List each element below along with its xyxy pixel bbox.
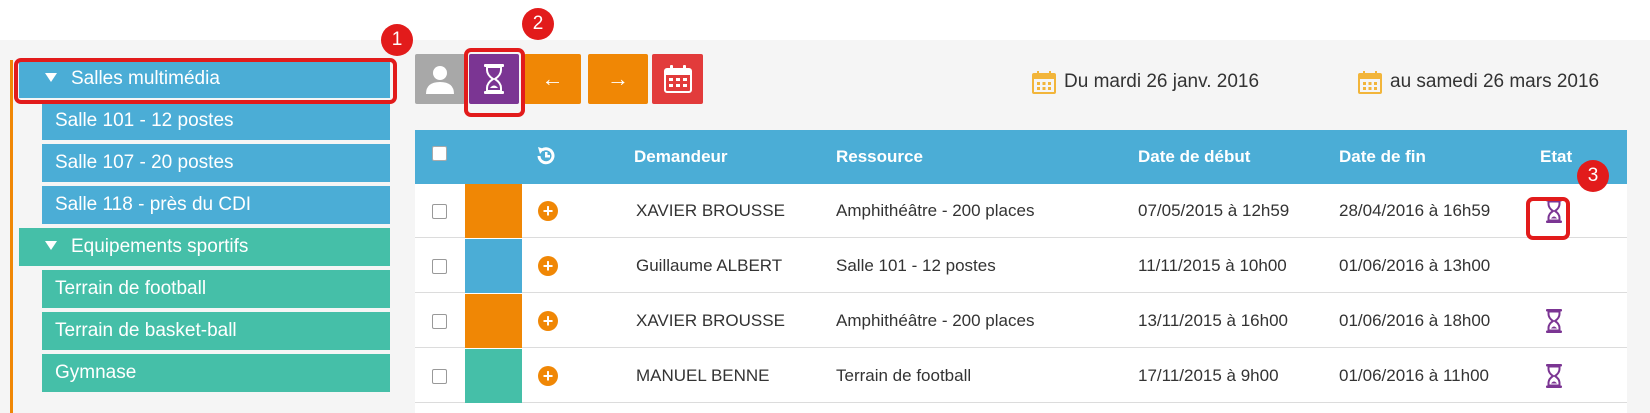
arrow-left-icon: ←: [541, 66, 564, 91]
plus-circle-icon[interactable]: +: [538, 311, 558, 331]
table-header: Demandeur Ressource Date de début Date d…: [415, 130, 1627, 184]
cell-resource: Terrain de football: [836, 366, 972, 385]
cell-start-date: 13/11/2015 à 16h00: [1138, 311, 1288, 330]
select-all-checkbox[interactable]: [432, 146, 447, 161]
sidebar-item-label: Terrain de football: [55, 278, 207, 299]
column-header-start[interactable]: Date de début: [1138, 130, 1250, 184]
cell-start-date: 11/11/2015 à 10h00: [1138, 256, 1287, 275]
sidebar-item-salle-101[interactable]: Salle 101 - 12 postes: [42, 102, 390, 140]
resource-color-swatch: [465, 184, 522, 238]
calendar-button[interactable]: [652, 54, 703, 104]
cell-end-date: 01/06/2016 à 11h00: [1339, 366, 1489, 385]
table-row[interactable]: + XAVIER BROUSSE Amphithéâtre - 200 places…: [415, 184, 1627, 238]
caret-down-icon: [45, 241, 57, 250]
user-filter-button[interactable]: [415, 54, 465, 104]
annotation-badge-2: 2: [522, 8, 554, 40]
row-select-checkbox[interactable]: [432, 259, 447, 274]
calendar-icon: [1032, 71, 1056, 94]
sidebar-item-gymnase[interactable]: Gymnase: [42, 354, 390, 392]
resource-color-swatch: [465, 349, 522, 403]
annotation-badge-3: 3: [1577, 160, 1609, 192]
date-to-label: au samedi 26 mars 2016: [1390, 71, 1600, 92]
resource-color-swatch: [465, 294, 522, 348]
sidebar-item-terrain-football[interactable]: Terrain de football: [42, 270, 390, 308]
plus-circle-icon[interactable]: +: [538, 201, 558, 221]
arrow-right-icon: →: [607, 66, 629, 91]
table-row[interactable]: + MANUEL BENNE Terrain de football 17/11/20…: [415, 349, 1627, 403]
table-row[interactable]: + Guillaume ALBERT Salle 101 - 12 postes 11…: [415, 239, 1627, 293]
cell-requester: MANUEL BENNE: [636, 366, 770, 385]
cell-end-date: 28/04/2016 à 16h59: [1339, 201, 1491, 220]
sidebar-item-label: Terrain de basket-ball: [55, 320, 237, 341]
cell-end-date: 01/06/2016 à 18h00: [1339, 311, 1491, 330]
user-icon: [426, 66, 454, 94]
column-header-resource[interactable]: Ressource: [836, 130, 923, 184]
annotation-highlight-3: [1526, 197, 1570, 240]
annotation-highlight-2: [464, 48, 525, 117]
cell-resource: Amphithéâtre - 200 places: [836, 311, 1035, 330]
cell-start-date: 07/05/2015 à 12h59: [1138, 201, 1290, 220]
sidebar-item-salle-118[interactable]: Salle 118 - près du CDI: [42, 186, 390, 224]
hourglass-icon: [1546, 364, 1562, 388]
sidebar-item-label: Salle 107 - 20 postes: [55, 152, 234, 173]
column-header-status[interactable]: Etat: [1540, 130, 1572, 184]
cell-requester: XAVIER BROUSSE: [636, 201, 785, 220]
cell-end-date: 01/06/2016 à 13h00: [1339, 256, 1491, 275]
plus-circle-icon[interactable]: +: [538, 256, 558, 276]
calendar-icon: [663, 65, 692, 93]
cell-resource: Amphithéâtre - 200 places: [836, 201, 1035, 220]
hourglass-icon: [1546, 309, 1562, 333]
row-select-checkbox[interactable]: [432, 204, 447, 219]
cell-resource: Salle 101 - 12 postes: [836, 256, 996, 275]
sidebar-item-label: Gymnase: [55, 362, 137, 383]
cell-requester: XAVIER BROUSSE: [636, 311, 785, 330]
date-range-start[interactable]: Du mardi 26 janv. 2016: [1032, 70, 1259, 94]
sidebar-item-terrain-basket[interactable]: Terrain de basket-ball: [42, 312, 390, 350]
previous-period-button[interactable]: ←: [524, 54, 581, 104]
cell-start-date: 17/11/2015 à 9h00: [1138, 366, 1279, 385]
plus-circle-icon[interactable]: +: [538, 366, 558, 386]
reservations-table: Demandeur Ressource Date de début Date d…: [415, 130, 1627, 413]
date-range-end[interactable]: au samedi 26 mars 2016: [1358, 70, 1599, 94]
status-pending[interactable]: [1541, 308, 1567, 334]
date-from-label: Du mardi 26 janv. 2016: [1064, 71, 1260, 92]
sidebar-group-label: Equipements sportifs: [71, 236, 249, 257]
annotation-badge-1: 1: [381, 24, 413, 56]
row-select-checkbox[interactable]: [432, 369, 447, 384]
next-period-button[interactable]: →: [588, 54, 648, 104]
column-header-end[interactable]: Date de fin: [1339, 130, 1426, 184]
table-row[interactable]: + XAVIER BROUSSE Amphithéâtre - 200 places…: [415, 294, 1627, 348]
annotation-highlight-1: [14, 58, 397, 104]
status-pending[interactable]: [1541, 363, 1567, 389]
refresh-icon: [537, 147, 555, 165]
sidebar-group-equipements-sportifs[interactable]: Equipements sportifs: [19, 228, 390, 266]
cell-requester: Guillaume ALBERT: [636, 256, 783, 275]
calendar-icon: [1358, 71, 1382, 94]
resource-sidebar: Salles multimédia Salle 101 - 12 postes …: [10, 60, 390, 413]
resource-color-swatch: [465, 239, 522, 293]
sidebar-item-salle-107[interactable]: Salle 107 - 20 postes: [42, 144, 390, 182]
sidebar-item-label: Salle 118 - près du CDI: [55, 194, 252, 215]
sidebar-item-label: Salle 101 - 12 postes: [55, 110, 234, 131]
column-header-requester[interactable]: Demandeur: [634, 130, 728, 184]
app-window: Salles multimédia Salle 101 - 12 postes …: [0, 0, 1650, 413]
refresh-header-cell[interactable]: [535, 145, 557, 169]
row-select-checkbox[interactable]: [432, 314, 447, 329]
